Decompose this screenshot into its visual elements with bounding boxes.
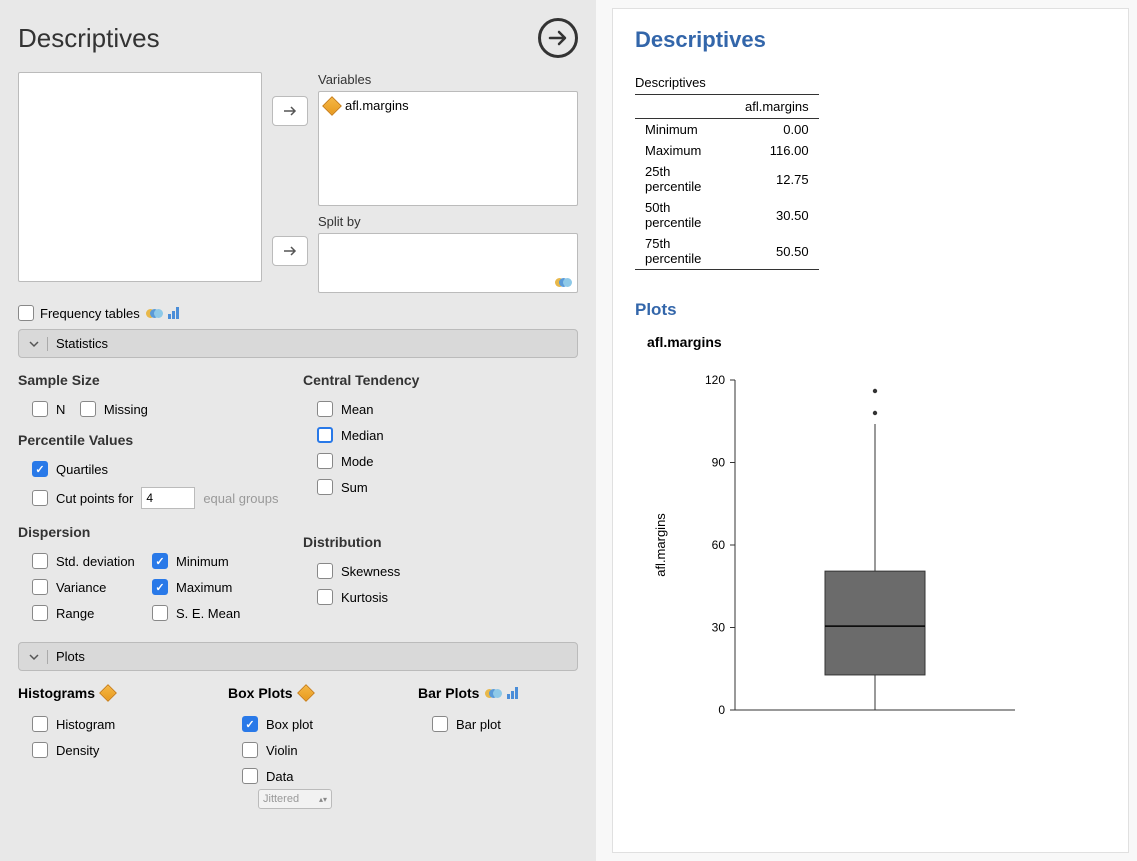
variance-checkbox[interactable] [32,579,48,595]
boxplot-chart: 0 30 60 90 120 afl.margins [635,360,1035,740]
kurtosis-checkbox[interactable] [317,589,333,605]
histogram-checkbox[interactable] [32,716,48,732]
frequency-tables-checkbox[interactable] [18,305,34,321]
boxplot-checkbox[interactable] [242,716,258,732]
n-checkbox[interactable] [32,401,48,417]
table-row: 75th percentile50.50 [635,233,819,270]
quartiles-checkbox[interactable] [32,461,48,477]
continuous-icon [297,684,315,702]
jitter-select[interactable]: Jittered▴▾ [258,789,332,809]
data-checkbox[interactable] [242,768,258,784]
distribution-title: Distribution [303,534,578,550]
skewness-checkbox[interactable] [317,563,333,579]
maximum-checkbox[interactable] [152,579,168,595]
split-by-label: Split by [318,214,578,229]
plots-section-label: Plots [56,649,85,664]
plot-variable-title: afl.margins [635,334,1106,350]
continuous-icon [99,684,117,702]
variables-list[interactable]: afl.margins [318,91,578,206]
source-variables-list[interactable] [18,72,262,282]
plots-section-toggle[interactable]: Plots [18,642,578,671]
move-to-split-button[interactable] [272,236,308,266]
svg-text:90: 90 [712,456,726,470]
frequency-tables-label: Frequency tables [40,306,140,321]
barplot-checkbox[interactable] [432,716,448,732]
sample-size-title: Sample Size [18,372,293,388]
panel-title: Descriptives [18,23,160,54]
arrow-right-icon [283,105,297,117]
ordinal-icon [168,307,179,319]
run-button[interactable] [538,18,578,58]
table-row: 50th percentile30.50 [635,197,819,233]
nominal-icon [555,276,571,288]
median-checkbox[interactable] [317,427,333,443]
table-row: Maximum116.00 [635,140,819,161]
statistics-section-toggle[interactable]: Statistics [18,329,578,358]
chevron-down-icon [29,652,39,662]
arrow-right-icon [283,245,297,257]
mean-checkbox[interactable] [317,401,333,417]
minimum-checkbox[interactable] [152,553,168,569]
missing-checkbox[interactable] [80,401,96,417]
central-tendency-title: Central Tendency [303,372,578,388]
descriptives-table: afl.margins Minimum0.00Maximum116.0025th… [635,94,819,270]
variable-item[interactable]: afl.margins [325,98,571,113]
cut-points-checkbox[interactable] [32,490,48,506]
svg-text:120: 120 [705,373,725,387]
density-checkbox[interactable] [32,742,48,758]
variables-label: Variables [318,72,578,87]
variable-name: afl.margins [345,98,409,113]
results-panel: Descriptives Descriptives afl.margins Mi… [596,0,1137,861]
se-mean-checkbox[interactable] [152,605,168,621]
range-checkbox[interactable] [32,605,48,621]
cut-points-input[interactable] [141,487,195,509]
svg-text:0: 0 [718,703,725,717]
sum-checkbox[interactable] [317,479,333,495]
arrow-right-icon [546,26,570,50]
continuous-icon [322,96,342,116]
ordinal-icon [507,687,518,699]
output-table-title: Descriptives [635,75,1106,90]
chevron-down-icon [29,339,39,349]
split-by-list[interactable] [318,233,578,293]
table-row: Minimum0.00 [635,119,819,141]
mode-checkbox[interactable] [317,453,333,469]
options-panel: Descriptives Variables afl.margi [0,0,596,861]
move-to-variables-button[interactable] [272,96,308,126]
nominal-icon [485,687,501,699]
nominal-icon [146,307,162,319]
table-column-header: afl.margins [735,95,819,119]
output-title: Descriptives [635,27,1106,53]
svg-text:30: 30 [712,621,726,635]
svg-text:afl.margins: afl.margins [653,513,668,577]
violin-checkbox[interactable] [242,742,258,758]
svg-text:60: 60 [712,538,726,552]
std-checkbox[interactable] [32,553,48,569]
dispersion-title: Dispersion [18,524,293,540]
statistics-section-label: Statistics [56,336,108,351]
percentile-title: Percentile Values [18,432,293,448]
table-row: 25th percentile12.75 [635,161,819,197]
plots-heading: Plots [635,300,1106,320]
